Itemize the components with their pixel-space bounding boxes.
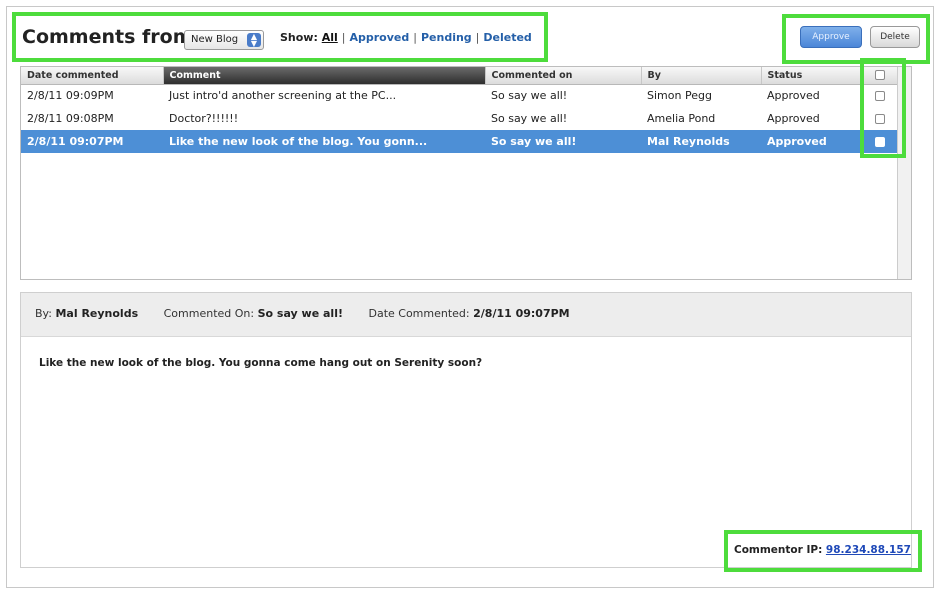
column-header-status[interactable]: Status xyxy=(761,67,862,85)
row-checkbox[interactable] xyxy=(875,137,885,147)
commented-on-value: So say we all! xyxy=(257,307,343,320)
date-value: 2/8/11 09:07PM xyxy=(473,307,570,320)
comment-meta: By: Mal Reynolds Commented On: So say we… xyxy=(21,293,911,337)
column-header-comment[interactable]: Comment xyxy=(163,67,486,85)
column-header-select-all[interactable] xyxy=(861,67,900,85)
column-header-date[interactable]: Date commented xyxy=(21,67,164,85)
table-header-row: Date commented Comment Commented on By S… xyxy=(21,67,900,85)
delete-button[interactable]: Delete xyxy=(870,26,920,48)
comment-body: Like the new look of the blog. You gonna… xyxy=(39,357,483,369)
table-row[interactable]: 2/8/11 09:09PM Just intro'd another scre… xyxy=(21,84,899,107)
cell-status: Approved xyxy=(767,89,820,103)
commentor-ip: Commentor IP: 98.234.88.157 xyxy=(734,544,911,556)
by-value: Mal Reynolds xyxy=(55,307,139,320)
cell-date: 2/8/11 09:08PM xyxy=(27,112,114,125)
by-label: By: xyxy=(35,307,52,320)
cell-commented-on: So say we all! xyxy=(491,89,568,103)
filter-approved[interactable]: Approved xyxy=(350,31,410,44)
commented-on-label: Commented On: xyxy=(163,307,255,320)
ip-link[interactable]: 98.234.88.157 xyxy=(826,544,911,556)
cell-by: Simon Pegg xyxy=(647,89,712,103)
cell-select xyxy=(861,107,899,130)
show-filters: Show: All | Approved | Pending | Deleted xyxy=(280,31,532,44)
row-checkbox[interactable] xyxy=(875,91,885,102)
select-all-checkbox[interactable] xyxy=(875,70,885,81)
cell-by: Amelia Pond xyxy=(647,112,716,125)
approve-button[interactable]: Approve xyxy=(800,26,862,48)
cell-select xyxy=(861,130,899,153)
cell-comment: Doctor?!!!!!! xyxy=(169,112,239,125)
table-row-selected[interactable]: 2/8/11 09:07PM Like the new look of the … xyxy=(21,130,899,153)
cell-commented-on: So say we all! xyxy=(485,130,641,153)
table-row[interactable]: 2/8/11 09:08PM Doctor?!!!!!! So say we a… xyxy=(21,107,899,130)
blog-select-value: New Blog xyxy=(191,34,239,45)
cell-comment: Like the new look of the blog. You gonn.… xyxy=(163,130,485,153)
cell-by: Mal Reynolds xyxy=(641,130,761,153)
filter-deleted[interactable]: Deleted xyxy=(483,31,531,44)
show-label: Show: xyxy=(280,31,318,44)
cell-commented-on: So say we all! xyxy=(491,112,568,125)
filter-all[interactable]: All xyxy=(322,31,338,44)
cell-comment: Just intro'd another screening at the PC… xyxy=(169,89,397,103)
date-label: Date Commented: xyxy=(368,307,470,320)
blog-select[interactable]: New Blog ▲ ▼ xyxy=(184,30,264,50)
cell-select xyxy=(861,84,899,107)
cell-status: Approved xyxy=(767,112,820,125)
row-checkbox[interactable] xyxy=(875,114,885,124)
header-bar: Comments from New Blog ▲ ▼ Show: All | Appr… xyxy=(10,12,930,64)
select-arrows-icon: ▲ ▼ xyxy=(247,33,261,48)
filter-pending[interactable]: Pending xyxy=(421,31,472,44)
page-title: Comments from xyxy=(22,26,193,48)
cell-status: Approved xyxy=(761,130,861,153)
column-header-by[interactable]: By xyxy=(641,67,762,85)
cell-date: 2/8/11 09:09PM xyxy=(27,89,114,103)
comments-table: Date commented Comment Commented on By S… xyxy=(20,66,912,280)
ip-label: Commentor IP: xyxy=(734,544,823,556)
table-scrollbar[interactable] xyxy=(897,67,911,279)
cell-date: 2/8/11 09:07PM xyxy=(21,130,163,153)
column-header-commented-on[interactable]: Commented on xyxy=(485,67,642,85)
comment-detail-panel: By: Mal Reynolds Commented On: So say we… xyxy=(20,292,912,568)
